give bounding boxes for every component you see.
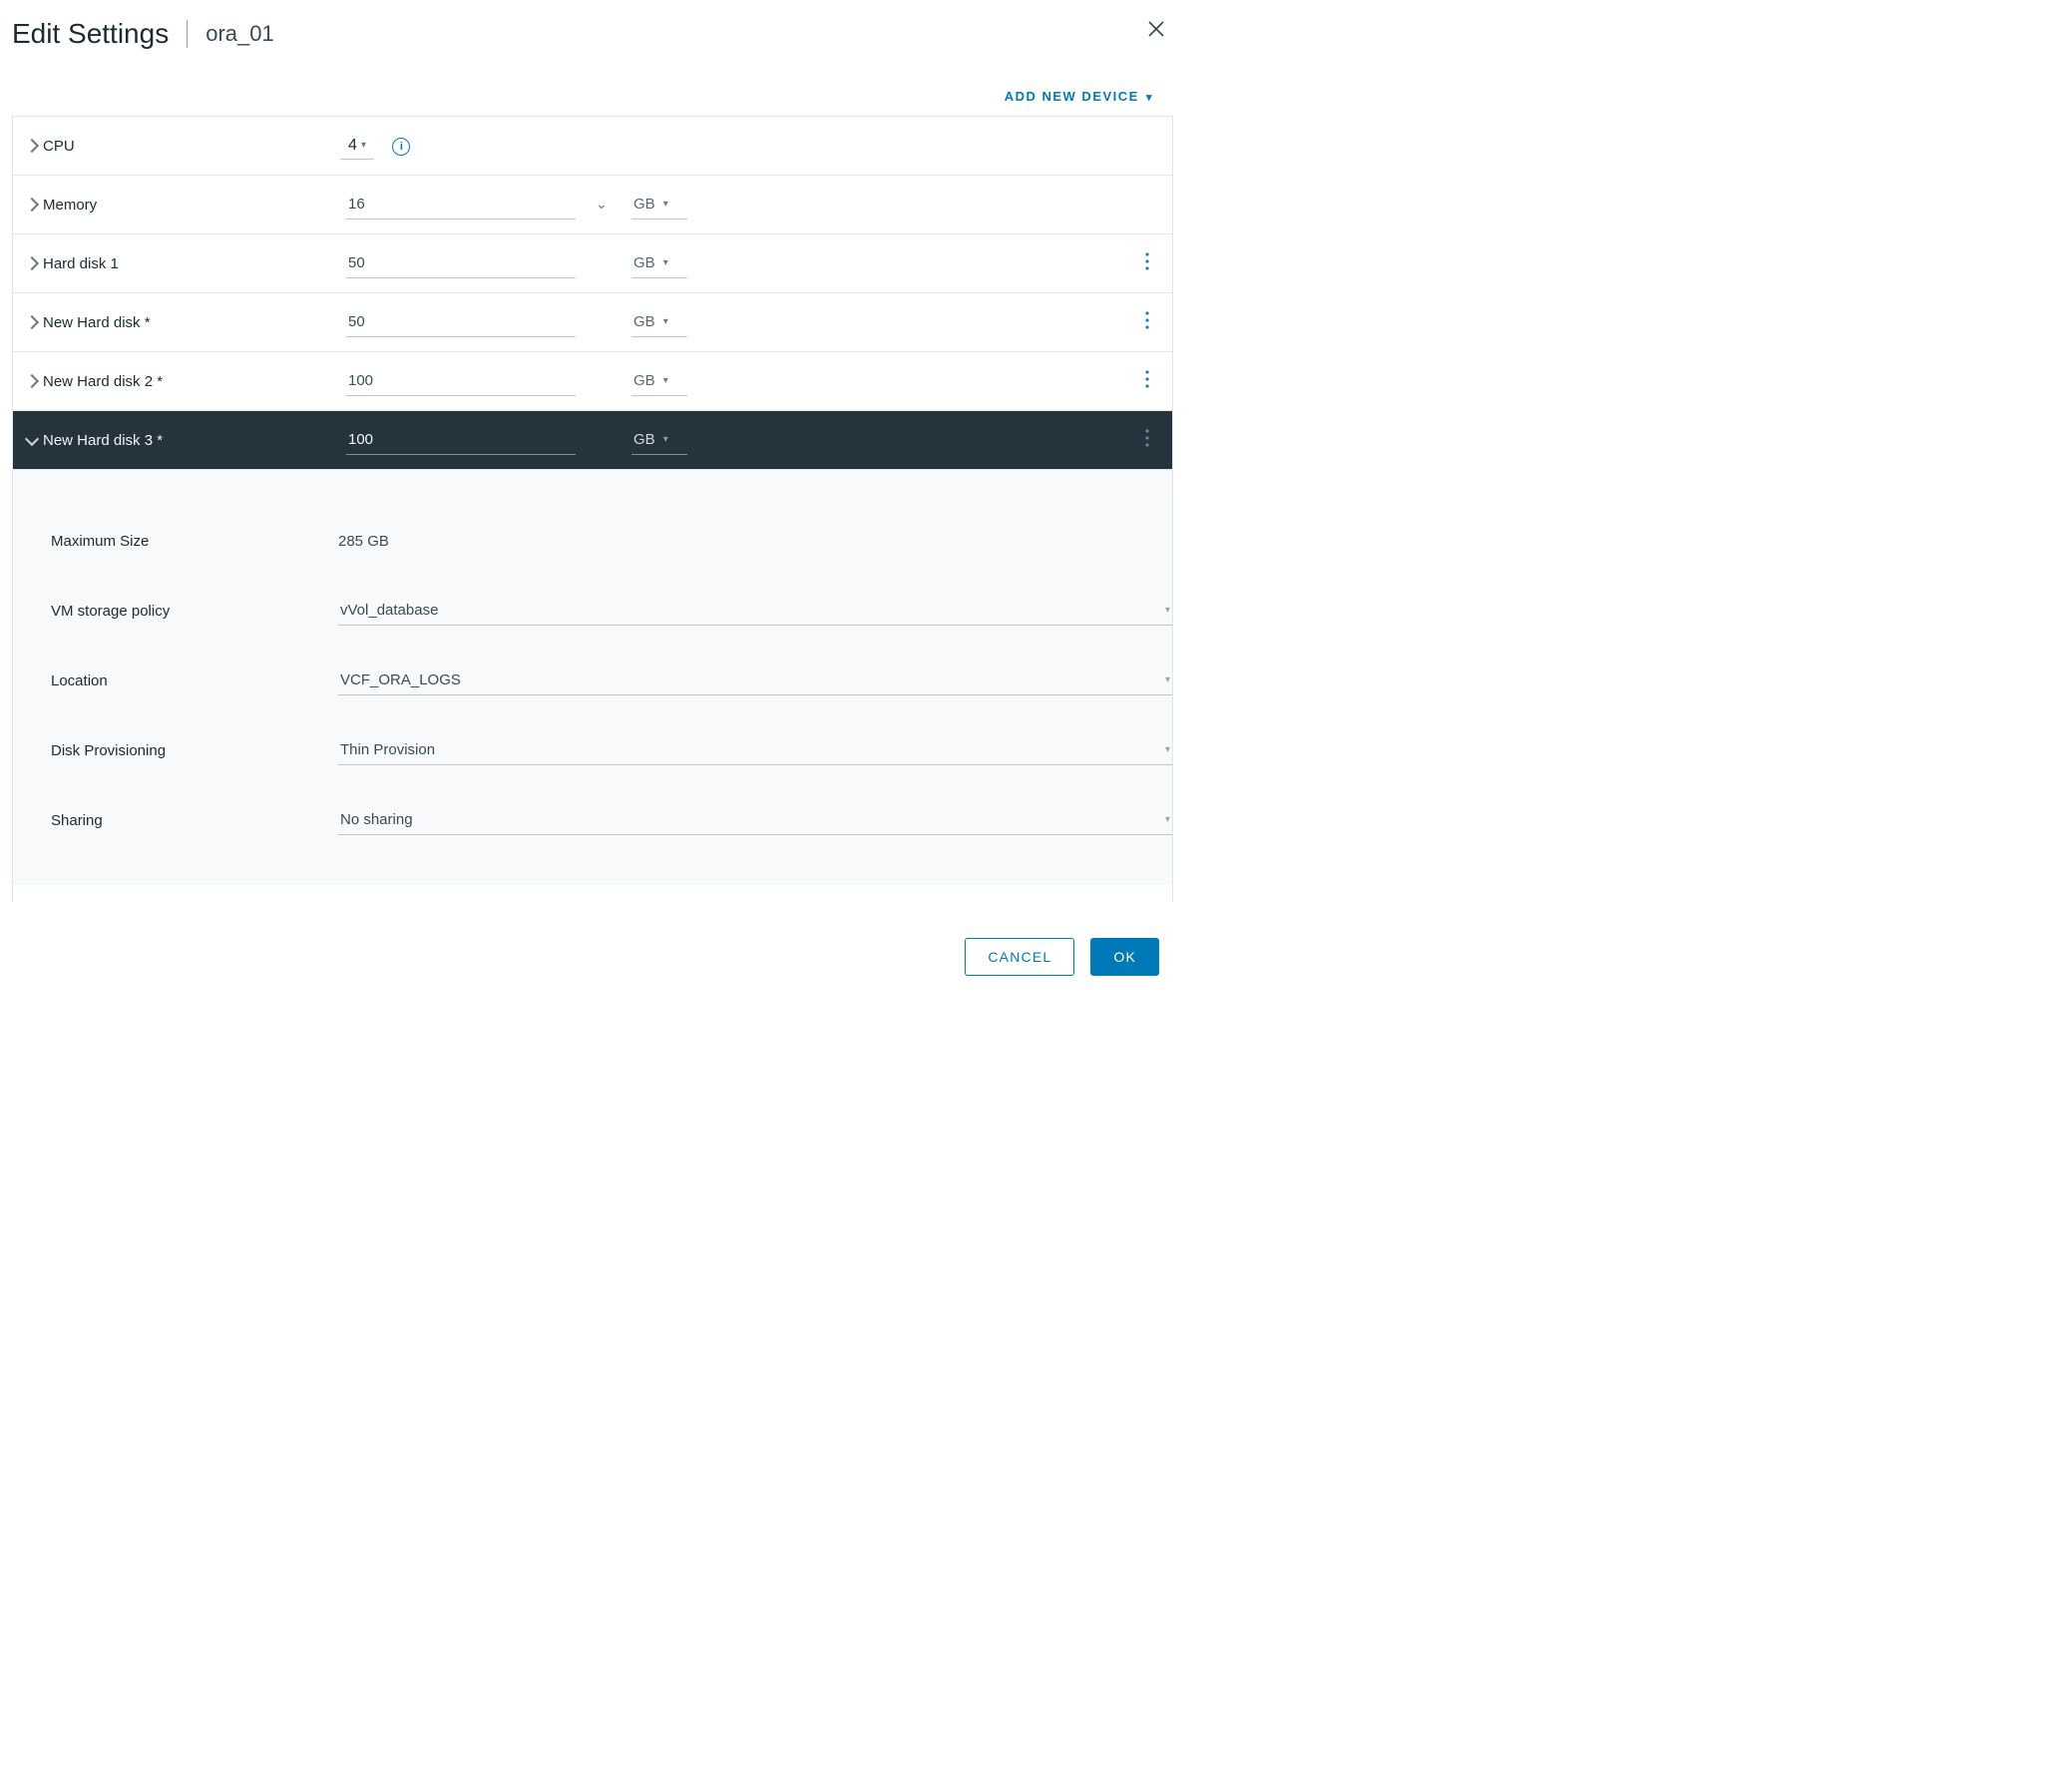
close-icon[interactable] (1147, 20, 1165, 43)
caret-down-icon: ▾ (1165, 605, 1170, 616)
label-new-harddisk-3: New Hard disk 3 * (43, 432, 163, 449)
row-new-harddisk-3-label[interactable]: New Hard disk 3 * (27, 432, 346, 449)
label-new-harddisk-2: New Hard disk 2 * (43, 373, 163, 390)
location-select[interactable]: VCF_ORA_LOGS ▾ (338, 666, 1172, 695)
row-new-harddisk-2-label[interactable]: New Hard disk 2 * (27, 373, 346, 390)
new-harddisk-3-size-input[interactable] (346, 425, 576, 455)
label-cpu: CPU (43, 138, 75, 155)
new-harddisk-1-unit-select[interactable]: GB ▾ (631, 307, 687, 337)
dialog-footer: CANCEL OK (0, 902, 1181, 994)
row-cpu-label[interactable]: CPU (27, 138, 346, 155)
memory-spinner-chevron-icon[interactable]: ⌄ (596, 196, 608, 212)
chevron-right-icon (25, 198, 39, 212)
detail-sharing: Sharing No sharing ▾ (51, 785, 1172, 855)
row-new-harddisk-1-label[interactable]: New Hard disk * (27, 314, 346, 331)
caret-down-icon: ▾ (663, 434, 668, 445)
detail-max-size: Maximum Size 285 GB (51, 506, 1172, 576)
harddisk-1-actions-menu[interactable] (1122, 252, 1172, 275)
dialog-header: Edit Settings ora_01 (0, 0, 1181, 50)
caret-down-icon: ▾ (663, 375, 668, 386)
detail-location: Location VCF_ORA_LOGS ▾ (51, 646, 1172, 715)
title-divider (187, 20, 188, 48)
add-new-device-label: ADD NEW DEVICE (1005, 89, 1139, 104)
new-harddisk-1-unit-value: GB (633, 313, 655, 330)
row-new-harddisk-2[interactable]: New Hard disk 2 * GB ▾ (13, 352, 1172, 411)
new-harddisk-2-unit-select[interactable]: GB ▾ (631, 366, 687, 396)
detail-sharing-label: Sharing (51, 812, 338, 829)
add-new-device-link[interactable]: ADD NEW DEVICE ▾ (1005, 89, 1153, 104)
caret-down-icon: ▾ (361, 140, 366, 151)
memory-unit-select[interactable]: GB ▾ (631, 190, 687, 220)
new-harddisk-2-unit-value: GB (633, 372, 655, 389)
caret-down-icon: ▾ (663, 199, 668, 210)
memory-unit-value: GB (633, 196, 655, 213)
chevron-down-icon: ▾ (1146, 92, 1153, 104)
new-harddisk-3-actions-menu[interactable] (1122, 429, 1172, 452)
row-cpu[interactable]: CPU 4 ▾ i (13, 117, 1172, 176)
row-memory-label[interactable]: Memory (27, 197, 346, 214)
new-harddisk-1-size-input[interactable] (346, 307, 576, 337)
chevron-right-icon (25, 315, 39, 329)
add-device-bar: ADD NEW DEVICE ▾ (0, 50, 1181, 116)
caret-down-icon: ▾ (1165, 674, 1170, 685)
row-harddisk-1[interactable]: Hard disk 1 GB ▾ (13, 234, 1172, 293)
chevron-down-icon (25, 431, 39, 445)
detail-storage-policy-label: VM storage policy (51, 603, 338, 620)
caret-down-icon: ▾ (663, 316, 668, 327)
caret-down-icon: ▾ (1165, 814, 1170, 825)
provisioning-select[interactable]: Thin Provision ▾ (338, 735, 1172, 765)
cpu-count-value: 4 (348, 137, 357, 155)
hardware-list[interactable]: CPU 4 ▾ i Memory ⌄ (12, 116, 1173, 902)
ok-button[interactable]: OK (1090, 938, 1159, 976)
detail-max-size-label: Maximum Size (51, 533, 338, 550)
location-value: VCF_ORA_LOGS (340, 671, 461, 688)
harddisk-1-unit-select[interactable]: GB ▾ (631, 248, 687, 278)
caret-down-icon: ▾ (1165, 744, 1170, 755)
cancel-button[interactable]: CANCEL (965, 938, 1074, 976)
row-new-harddisk-3[interactable]: New Hard disk 3 * GB ▾ (13, 411, 1172, 470)
detail-max-size-value: 285 GB (338, 533, 1172, 550)
chevron-right-icon (25, 139, 39, 153)
new-harddisk-2-size-input[interactable] (346, 366, 576, 396)
detail-provisioning: Disk Provisioning Thin Provision ▾ (51, 715, 1172, 785)
row-harddisk-1-label[interactable]: Hard disk 1 (27, 255, 346, 272)
storage-policy-value: vVol_database (340, 602, 438, 619)
harddisk-1-unit-value: GB (633, 254, 655, 271)
row-new-harddisk-1[interactable]: New Hard disk * GB ▾ (13, 293, 1172, 352)
harddisk-1-size-input[interactable] (346, 248, 576, 278)
row-memory[interactable]: Memory ⌄ GB ▾ (13, 176, 1172, 234)
new-harddisk-3-unit-select[interactable]: GB ▾ (631, 425, 687, 455)
detail-storage-policy: VM storage policy vVol_database ▾ (51, 576, 1172, 646)
vm-name: ora_01 (206, 21, 274, 47)
sharing-value: No sharing (340, 811, 413, 828)
sharing-select[interactable]: No sharing ▾ (338, 805, 1172, 835)
storage-policy-select[interactable]: vVol_database ▾ (338, 596, 1172, 626)
chevron-right-icon (25, 374, 39, 388)
caret-down-icon: ▾ (663, 257, 668, 268)
cpu-count-select[interactable]: 4 ▾ (340, 133, 374, 160)
detail-location-label: Location (51, 672, 338, 689)
new-harddisk-1-actions-menu[interactable] (1122, 311, 1172, 334)
provisioning-value: Thin Provision (340, 741, 435, 758)
chevron-right-icon (25, 256, 39, 270)
label-harddisk-1: Hard disk 1 (43, 255, 119, 272)
info-icon[interactable]: i (392, 138, 410, 156)
harddisk-3-details: Maximum Size 285 GB VM storage policy vV… (13, 470, 1172, 885)
label-memory: Memory (43, 197, 97, 214)
memory-input[interactable] (346, 190, 576, 220)
new-harddisk-3-unit-value: GB (633, 431, 655, 448)
dialog-title: Edit Settings (12, 18, 169, 50)
label-new-harddisk-1: New Hard disk * (43, 314, 151, 331)
new-harddisk-2-actions-menu[interactable] (1122, 370, 1172, 393)
detail-provisioning-label: Disk Provisioning (51, 742, 338, 759)
